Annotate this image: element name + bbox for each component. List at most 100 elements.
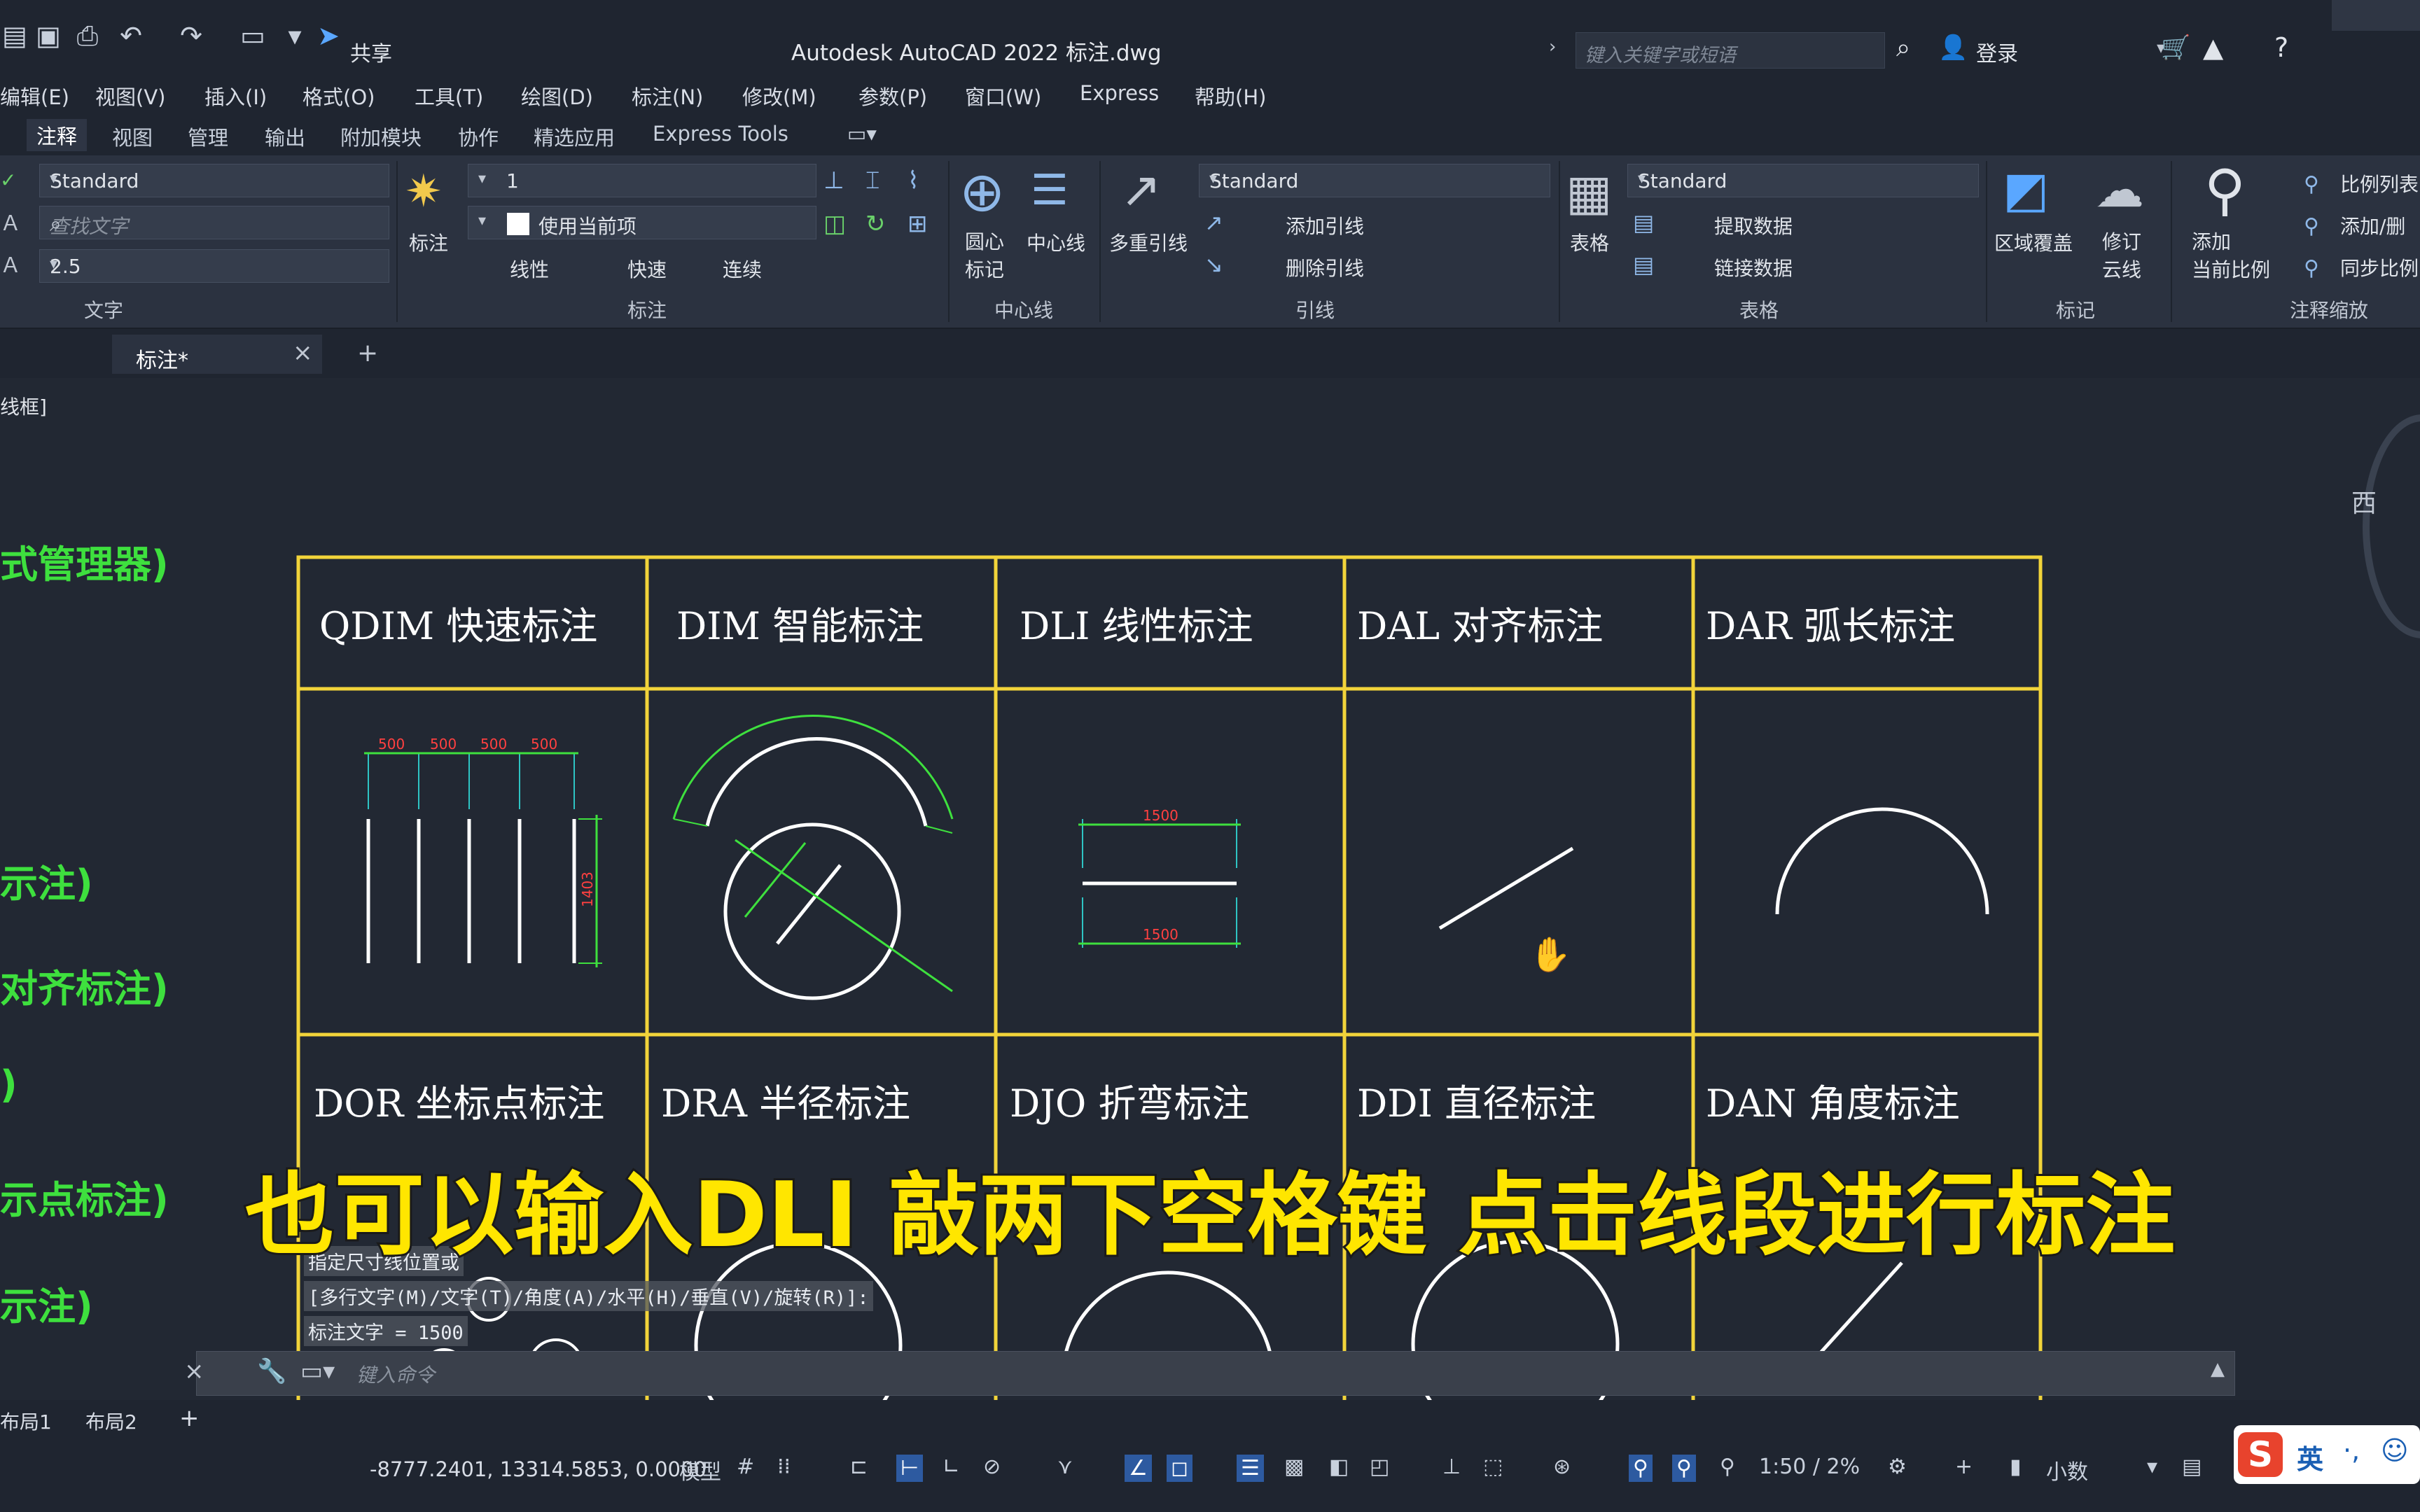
help-icon[interactable]: ? [2274, 32, 2288, 63]
dim-style-select[interactable]: 1 ▾ [468, 164, 816, 197]
centerline-button[interactable]: 中心线 [1027, 228, 1085, 256]
object-snap-icon[interactable]: ◻ [1167, 1455, 1192, 1482]
menu-insert[interactable]: 插入(I) [204, 81, 267, 111]
tab-addins[interactable]: 附加模块 [340, 122, 422, 151]
search-icon[interactable]: ⌕ [1896, 34, 1910, 63]
command-input[interactable]: 键入命令 [356, 1360, 435, 1388]
close-icon[interactable]: × [184, 1357, 204, 1385]
model-space-toggle[interactable]: 模型 [679, 1455, 721, 1485]
menu-edit[interactable]: 编辑(E) [0, 81, 69, 111]
continue-dim-button[interactable]: 连续 [723, 255, 762, 283]
lineweight-icon[interactable]: ☰ [1237, 1455, 1264, 1482]
isometric-icon[interactable]: ⋎ [1057, 1455, 1073, 1479]
panel-title-annotation-scaling[interactable]: 注释缩放 [2290, 295, 2368, 323]
center-mark-icon[interactable]: ⊕ [959, 165, 1005, 220]
tab-output[interactable]: 输出 [265, 122, 305, 151]
extract-data-icon[interactable]: ▤ [1633, 209, 1654, 237]
window-controls[interactable] [2332, 0, 2420, 31]
menu-modify[interactable]: 修改(M) [742, 81, 816, 111]
units-icon[interactable]: ▮ [2010, 1455, 2022, 1479]
sync-scale-button[interactable]: 同步比例 [2340, 253, 2419, 281]
tab-featured-apps[interactable]: 精选应用 [534, 122, 615, 151]
gizmo-icon[interactable]: ⊛ [1553, 1455, 1571, 1479]
tab-collaborate[interactable]: 协作 [458, 122, 499, 151]
menu-draw[interactable]: 绘图(D) [521, 81, 593, 111]
chevron-down-icon[interactable]: ▾ [2147, 1455, 2157, 1479]
menu-window[interactable]: 窗口(W) [965, 81, 1041, 111]
annotation-scale-icon[interactable]: ⚲ [1720, 1455, 1735, 1479]
close-icon[interactable]: × [293, 339, 313, 367]
tab-view[interactable]: 视图 [112, 122, 153, 151]
remove-leader-icon[interactable]: ↘ [1204, 251, 1223, 279]
scale-list-icon[interactable]: ⚲ [2304, 171, 2319, 199]
linear-dim-button[interactable]: 线性 [510, 255, 549, 283]
cart-icon[interactable]: 🛒 [2161, 34, 2190, 62]
selection-cycling-icon[interactable]: ◧ [1329, 1455, 1349, 1479]
panel-title-table[interactable]: 表格 [1739, 295, 1779, 323]
menu-help[interactable]: 帮助(H) [1195, 81, 1266, 111]
add-scale-icon[interactable]: ⚲ [2204, 162, 2246, 218]
tab-annotate[interactable]: 注释 [27, 119, 88, 151]
table-icon[interactable]: ▦ [1566, 168, 1612, 217]
annotation-visibility-icon[interactable]: ⚲ [1629, 1455, 1653, 1482]
ime-indicator[interactable]: S 英 ·, ☺ [2234, 1425, 2420, 1484]
infer-constraints-icon[interactable]: ⊏ [850, 1455, 868, 1479]
tab-express-tools[interactable]: Express Tools [653, 122, 788, 146]
autodesk-a360-icon[interactable]: ▲ [2203, 32, 2223, 63]
dimension-button-label[interactable]: 标注 [409, 228, 448, 256]
layout-tab-1[interactable]: 布局1 [0, 1407, 52, 1435]
snap-icon[interactable]: ⁞⁞ [777, 1455, 791, 1479]
centerline-icon[interactable]: ☰ [1031, 169, 1069, 211]
print-icon[interactable]: ⎙ [73, 21, 102, 50]
doc-tab-annotation[interactable]: 标注* × [112, 335, 322, 374]
login-button[interactable]: 登录 [1976, 36, 2018, 67]
add-leader-button[interactable]: 添加引线 [1286, 211, 1364, 239]
menu-parametric[interactable]: 参数(P) [858, 81, 927, 111]
object-snap-tracking-icon[interactable]: ∠ [1125, 1455, 1152, 1482]
dynamic-input-icon[interactable]: ⊢ [896, 1455, 924, 1482]
panel-title-leader[interactable]: 引线 [1295, 295, 1335, 323]
revcloud-button[interactable]: 修订 云线 [2102, 228, 2141, 284]
auto-scale-icon[interactable]: ⚲ [1672, 1455, 1696, 1482]
dynamic-ucs-icon[interactable]: ⊥ [1442, 1455, 1461, 1479]
quick-properties-icon[interactable]: ▤ [2182, 1455, 2202, 1479]
emoji-icon[interactable]: ☺ [2381, 1435, 2409, 1466]
polar-tracking-icon[interactable]: ⊘ [983, 1455, 1001, 1479]
text-height-select[interactable]: 2.5 ▾ [39, 249, 389, 283]
center-mark-button[interactable]: 圆心 标记 [965, 228, 1004, 284]
link-data-button[interactable]: 链接数据 [1714, 253, 1793, 281]
customize-qat-icon[interactable]: ▾ [280, 21, 310, 50]
link-data-icon[interactable]: ▤ [1633, 251, 1654, 279]
sync-scale-icon[interactable]: ⚲ [2304, 255, 2319, 283]
share-button[interactable]: 共享 [350, 36, 392, 67]
save-icon[interactable]: ▣ [34, 21, 63, 50]
revcloud-icon[interactable]: ☁ [2095, 165, 2144, 214]
share-icon[interactable]: ➤ [314, 21, 343, 50]
spellcheck-icon[interactable]: ✓ [0, 167, 16, 195]
quick-dim-button[interactable]: 快速 [627, 255, 667, 283]
multileader-icon[interactable]: ↗ [1120, 165, 1162, 214]
new-tab-plus-icon[interactable]: + [357, 339, 378, 368]
panel-title-text[interactable]: 文字 [84, 295, 123, 323]
menu-format[interactable]: 格式(O) [302, 81, 375, 111]
redo-icon[interactable]: ↷ [176, 21, 206, 50]
dim-reassociate-icon[interactable]: ⊞ [908, 210, 928, 238]
leader-style-select[interactable]: Standard ▾ [1199, 164, 1550, 197]
dim-jog-icon[interactable]: ⌇ [908, 167, 919, 195]
chevron-right-icon[interactable]: › [1549, 36, 1556, 57]
text-height-icon[interactable]: Ａ [0, 252, 21, 280]
menu-express[interactable]: Express [1080, 81, 1159, 105]
command-line[interactable]: × 🔧 ▭▾ 键入命令 ▲ [184, 1351, 2235, 1396]
dim-adjust-icon[interactable]: ⌶ [865, 167, 879, 195]
scale-list-button[interactable]: 比例列表 [2340, 169, 2419, 197]
add-leader-icon[interactable]: ↗ [1204, 209, 1223, 237]
ribbon-toggle-icon[interactable]: ▭▾ [847, 122, 877, 146]
wipeout-button[interactable]: 区域覆盖 [1994, 228, 2073, 256]
recent-commands-icon[interactable]: ▭▾ [300, 1357, 335, 1385]
panel-title-dimension[interactable]: 标注 [627, 295, 667, 323]
annotation-scale-value[interactable]: 1:50 / 2% [1759, 1455, 1860, 1479]
layout-tab-2[interactable]: 布局2 [85, 1407, 137, 1435]
add-layout-plus-icon[interactable]: + [179, 1404, 200, 1432]
add-delete-scale-icon[interactable]: ⚲ [2304, 213, 2319, 241]
dim-inspect-icon[interactable]: ◫ [823, 210, 846, 238]
